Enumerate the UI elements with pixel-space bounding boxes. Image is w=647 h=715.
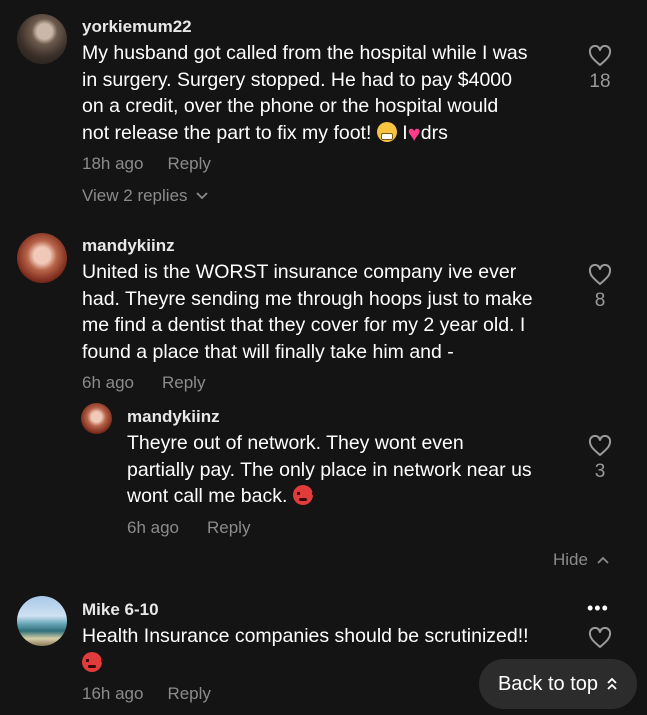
comment-text-line: Health Insurance companies should be scr…: [82, 625, 529, 647]
like-button[interactable]: 3: [580, 435, 620, 483]
comment-text-line: partially pay. The only place in network…: [127, 458, 532, 481]
comment-text: Health Insurance companies should be scr…: [82, 623, 529, 676]
back-to-top-label: Back to top: [497, 672, 599, 695]
view-replies-button[interactable]: View 2 replies: [82, 186, 208, 206]
like-count: 18: [589, 71, 611, 92]
reply-button[interactable]: Reply: [167, 684, 210, 703]
comment-meta: 6h ago Reply: [82, 373, 205, 393]
reply-button[interactable]: Reply: [162, 373, 205, 392]
reply-button[interactable]: Reply: [167, 154, 210, 173]
comment-text-line: found a place that will finally take him…: [82, 340, 454, 363]
hide-replies-button[interactable]: Hide: [553, 550, 609, 570]
more-dots-icon[interactable]: •••: [587, 598, 609, 619]
angry-emoji-icon: [292, 485, 315, 505]
comment-text: Theyre out of network. They wont even pa…: [127, 430, 532, 510]
avatar[interactable]: [81, 403, 112, 434]
comment-text-segment: wont call me back.: [127, 485, 288, 507]
comment-text-line: not release the part to fix my foot! I♥d…: [82, 120, 527, 148]
comment-text-segment: drs: [420, 121, 448, 144]
comment-username[interactable]: yorkiemum22: [82, 17, 192, 37]
comment-username[interactable]: mandykiinz: [82, 236, 175, 256]
comment-text: United is the WORST insurance company iv…: [82, 259, 533, 365]
comment-text-line: United is the WORST insurance company iv…: [82, 261, 517, 283]
view-replies-label: View 2 replies: [82, 186, 188, 205]
back-to-top-button[interactable]: Back to top: [479, 659, 637, 709]
comment-text-line: on a credit, over the phone or the hospi…: [82, 95, 499, 117]
angry-emoji-icon: [82, 651, 104, 672]
comment-meta: 18h ago Reply: [82, 154, 211, 174]
hide-replies-label: Hide: [553, 550, 588, 569]
avatar[interactable]: [17, 14, 67, 64]
reply-button[interactable]: Reply: [207, 518, 250, 537]
comment-time: 18h ago: [82, 154, 144, 173]
heart-outline-icon: [588, 627, 612, 648]
comment-time: 6h ago: [127, 518, 179, 537]
avatar[interactable]: [17, 596, 67, 646]
heart-outline-icon: [588, 435, 612, 456]
comment-text-line: had. Theyre sending me through hoops jus…: [82, 287, 533, 310]
chevron-down-icon: [196, 192, 208, 200]
comment-username[interactable]: mandykiinz: [127, 407, 220, 427]
comment-time: 16h ago: [82, 684, 144, 703]
comment-text-line: [82, 650, 529, 677]
comment-time: 6h ago: [82, 373, 134, 392]
heart-outline-icon: [588, 264, 612, 285]
heart-outline-icon: [588, 45, 612, 66]
comment-text-line: My husband got called from the hospital …: [82, 42, 528, 64]
like-count: 3: [594, 461, 606, 482]
comment-text-line: me find a dentist that they cover for my…: [82, 314, 526, 336]
like-button[interactable]: 8: [580, 264, 620, 312]
double-chevron-up-icon: [607, 677, 617, 690]
comment-text: My husband got called from the hospital …: [82, 40, 527, 147]
like-button[interactable]: [580, 627, 620, 649]
comment-meta: 6h ago Reply: [127, 518, 250, 538]
comment-text-segment: not release the part to fix my foot!: [82, 121, 372, 144]
avatar[interactable]: [17, 233, 67, 283]
chevron-up-icon: [597, 556, 609, 564]
heart-emoji-icon: ♥: [407, 120, 421, 146]
comment-text-line: Theyre out of network. They wont even: [127, 432, 464, 454]
comment-text-line: in surgery. Surgery stopped. He had to p…: [82, 68, 512, 91]
like-button[interactable]: 18: [580, 45, 620, 93]
comment-username[interactable]: Mike 6-10: [82, 600, 159, 620]
comment-text-line: wont call me back.: [127, 483, 532, 510]
grimace-emoji-icon: [376, 121, 397, 142]
comment-meta: 16h ago Reply: [82, 684, 211, 704]
like-count: 8: [594, 290, 606, 311]
